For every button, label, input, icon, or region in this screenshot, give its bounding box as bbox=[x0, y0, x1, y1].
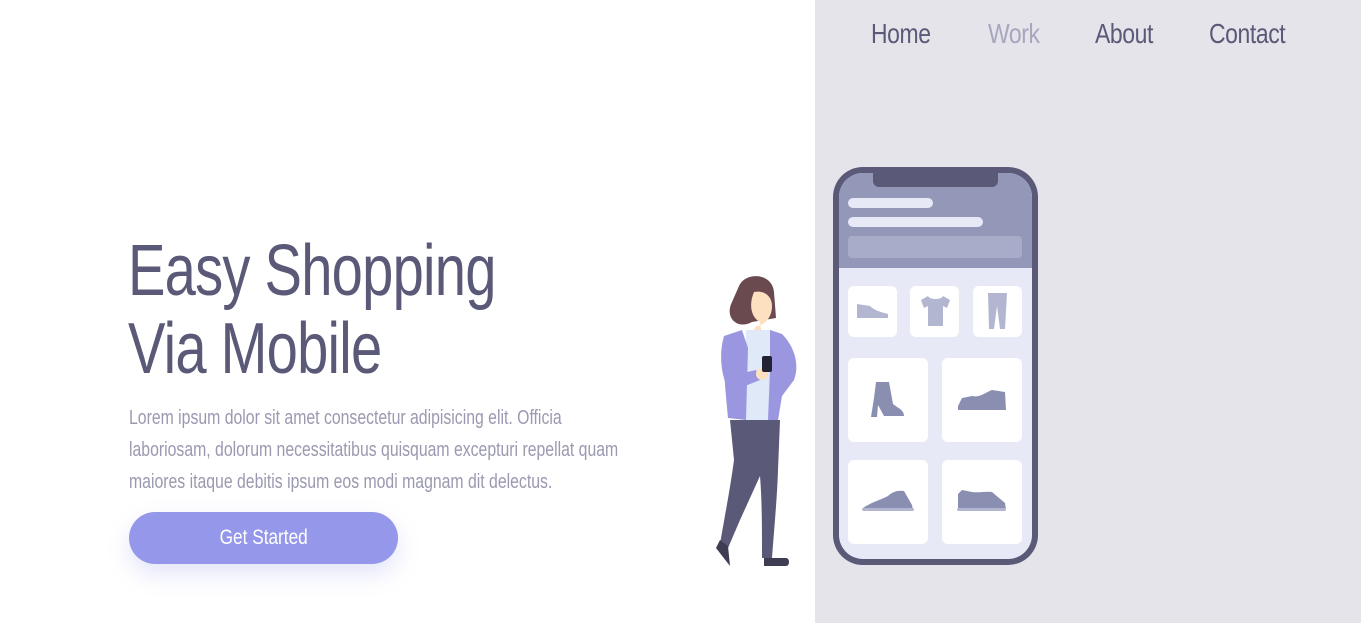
sneaker-sole bbox=[957, 508, 1006, 511]
sneaker-sole bbox=[862, 508, 914, 511]
get-started-button[interactable]: Get Started bbox=[129, 512, 398, 564]
main-nav: Home Work About Contact bbox=[871, 18, 1302, 50]
nav-work[interactable]: Work bbox=[988, 18, 1040, 50]
hero-description: Lorem ipsum dolor sit amet consectetur a… bbox=[129, 407, 619, 493]
person-illustration bbox=[716, 276, 797, 566]
nav-about[interactable]: About bbox=[1095, 18, 1153, 50]
nav-home[interactable]: Home bbox=[871, 18, 931, 50]
shopping-illustration bbox=[716, 167, 1038, 566]
hero-title-line2: Via Mobile bbox=[128, 309, 382, 389]
phone-illustration bbox=[833, 167, 1038, 565]
nav-contact[interactable]: Contact bbox=[1209, 18, 1286, 50]
hero-title: Easy Shopping Via Mobile bbox=[128, 232, 496, 388]
get-started-label: Get Started bbox=[219, 526, 308, 549]
hero-title-line1: Easy Shopping bbox=[128, 231, 496, 311]
